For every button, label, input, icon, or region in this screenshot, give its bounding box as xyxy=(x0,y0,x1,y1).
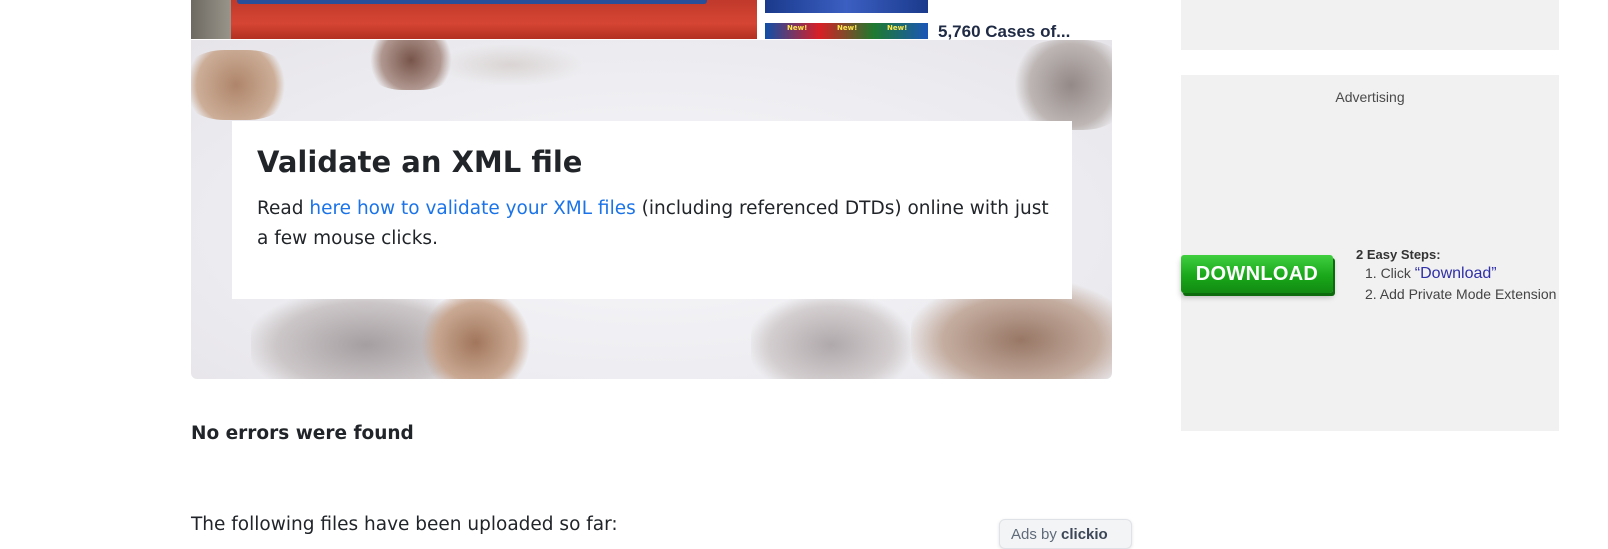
promo-thumbnail-top[interactable] xyxy=(765,0,928,13)
ads-by-prefix: Ads by xyxy=(1011,526,1062,543)
promo-thumb-badge: New! xyxy=(837,24,858,32)
hero-text-before: Read xyxy=(257,198,310,219)
hero-title: Validate an XML file xyxy=(257,145,583,179)
hero-decoration xyxy=(751,295,911,379)
promo-thumbnail[interactable]: New! New! New! xyxy=(765,23,928,39)
sidebar-ad-slot-top xyxy=(1181,0,1559,50)
uploaded-files-heading: The following files have been uploaded s… xyxy=(191,514,618,535)
sidebar-ad: Advertising DOWNLOAD 2 Easy Steps: 1. Cl… xyxy=(1181,75,1559,431)
promo-headline-link[interactable]: 5,760 Cases of... xyxy=(938,22,1070,42)
promo-image-side xyxy=(191,0,231,39)
advertising-label: Advertising xyxy=(1335,89,1405,105)
hero-banner: Validate an XML file Read here how to va… xyxy=(191,40,1112,379)
hero-decoration xyxy=(421,295,531,379)
ad-step-1-prefix: 1. Click xyxy=(1365,265,1415,281)
ad-step-1: 1. Click “Download” xyxy=(1365,265,1497,283)
validation-status: No errors were found xyxy=(191,423,414,444)
ad-step-1-link[interactable]: “Download” xyxy=(1415,265,1497,282)
promo-thumb-badge: New! xyxy=(787,24,808,32)
hero-decoration xyxy=(191,50,291,120)
promo-image[interactable] xyxy=(191,0,757,39)
hero-card: Validate an XML file Read here how to va… xyxy=(232,121,1072,299)
hero-description: Read here how to validate your XML files… xyxy=(257,194,1057,254)
promo-image-banner xyxy=(237,0,707,4)
ads-by-badge[interactable]: Ads by clickio xyxy=(999,519,1132,549)
hero-decoration xyxy=(1011,40,1112,130)
validate-howto-link[interactable]: here how to validate your XML files xyxy=(309,198,635,219)
ads-by-brand: clickio xyxy=(1061,526,1108,543)
download-button[interactable]: DOWNLOAD xyxy=(1181,255,1333,293)
hero-decoration xyxy=(441,45,581,85)
ad-step-2: 2. Add Private Mode Extension xyxy=(1365,286,1557,302)
ad-steps-title: 2 Easy Steps: xyxy=(1356,247,1441,262)
promo-thumb-badge: New! xyxy=(887,24,908,32)
